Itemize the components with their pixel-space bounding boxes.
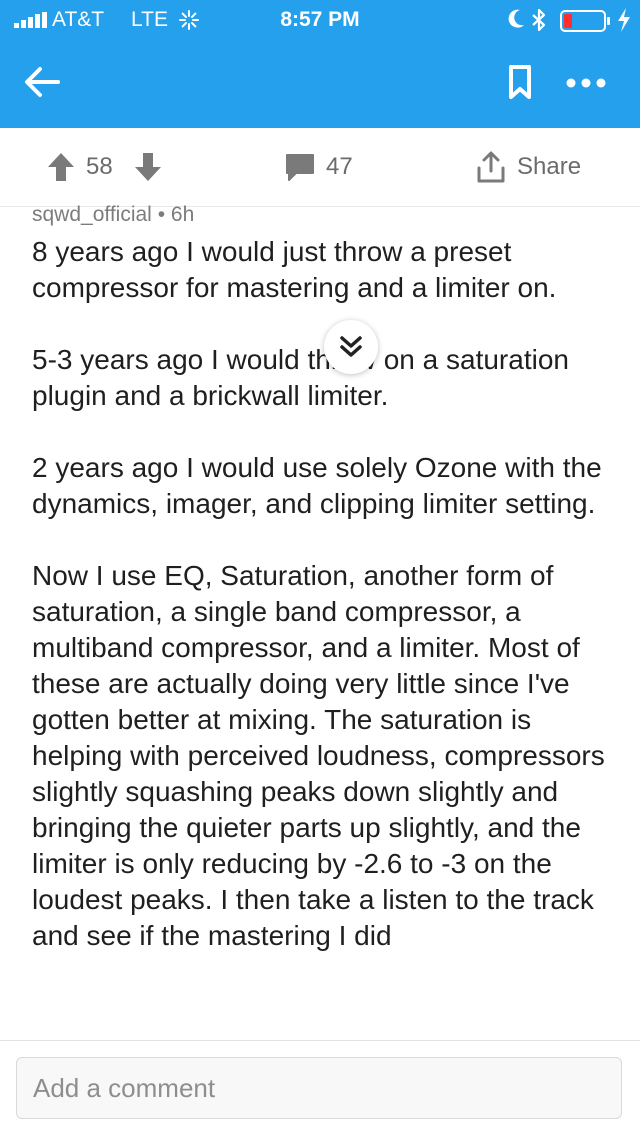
- status-bar: AT&T LTE 8:57 PM: [0, 0, 640, 40]
- share-label: Share: [517, 153, 582, 180]
- bookmark-icon: [509, 65, 531, 99]
- upvote-icon[interactable]: [46, 151, 76, 183]
- share-icon: [477, 151, 505, 183]
- vote-controls: 58: [46, 150, 163, 184]
- comment-age: 6h: [170, 203, 195, 226]
- comment-author[interactable]: sqwd_official: [32, 203, 152, 226]
- back-button[interactable]: [22, 62, 62, 102]
- upvote-count: 58: [86, 153, 113, 180]
- comment-paragraph: 8 years ago I would just throw a preset …: [32, 236, 557, 303]
- battery-icon: [560, 10, 610, 32]
- post-action-bar: 58 47 Share: [0, 128, 640, 207]
- comment-paragraph: Now I use EQ, Saturation, another form o…: [32, 560, 605, 951]
- comment-paragraph: 2 years ago I would use solely Ozone wit…: [32, 452, 602, 519]
- more-options-button[interactable]: [562, 62, 612, 102]
- share-button[interactable]: Share: [475, 150, 581, 184]
- more-icon: [566, 78, 606, 88]
- back-arrow-icon: [25, 67, 60, 97]
- moon-icon: [508, 9, 524, 28]
- save-button[interactable]: [500, 62, 540, 102]
- comment-body: sqwd_official • 6h 8 years ago I would j…: [32, 200, 618, 1038]
- charging-icon: [618, 8, 630, 32]
- app-header: AT&T LTE 8:57 PM: [0, 0, 640, 128]
- double-chevron-down-icon: [340, 336, 362, 357]
- downvote-icon[interactable]: [133, 151, 163, 183]
- expand-button[interactable]: [324, 320, 378, 374]
- comment-bubble-icon: [286, 154, 314, 181]
- comment-meta: sqwd_official • 6h: [32, 200, 618, 234]
- bluetooth-icon: [532, 8, 546, 32]
- comment-composer: [0, 1040, 640, 1137]
- comment-count: 47: [326, 153, 353, 180]
- comments-button[interactable]: 47: [284, 150, 353, 184]
- add-comment-input[interactable]: [16, 1057, 622, 1119]
- meta-separator: •: [157, 203, 166, 226]
